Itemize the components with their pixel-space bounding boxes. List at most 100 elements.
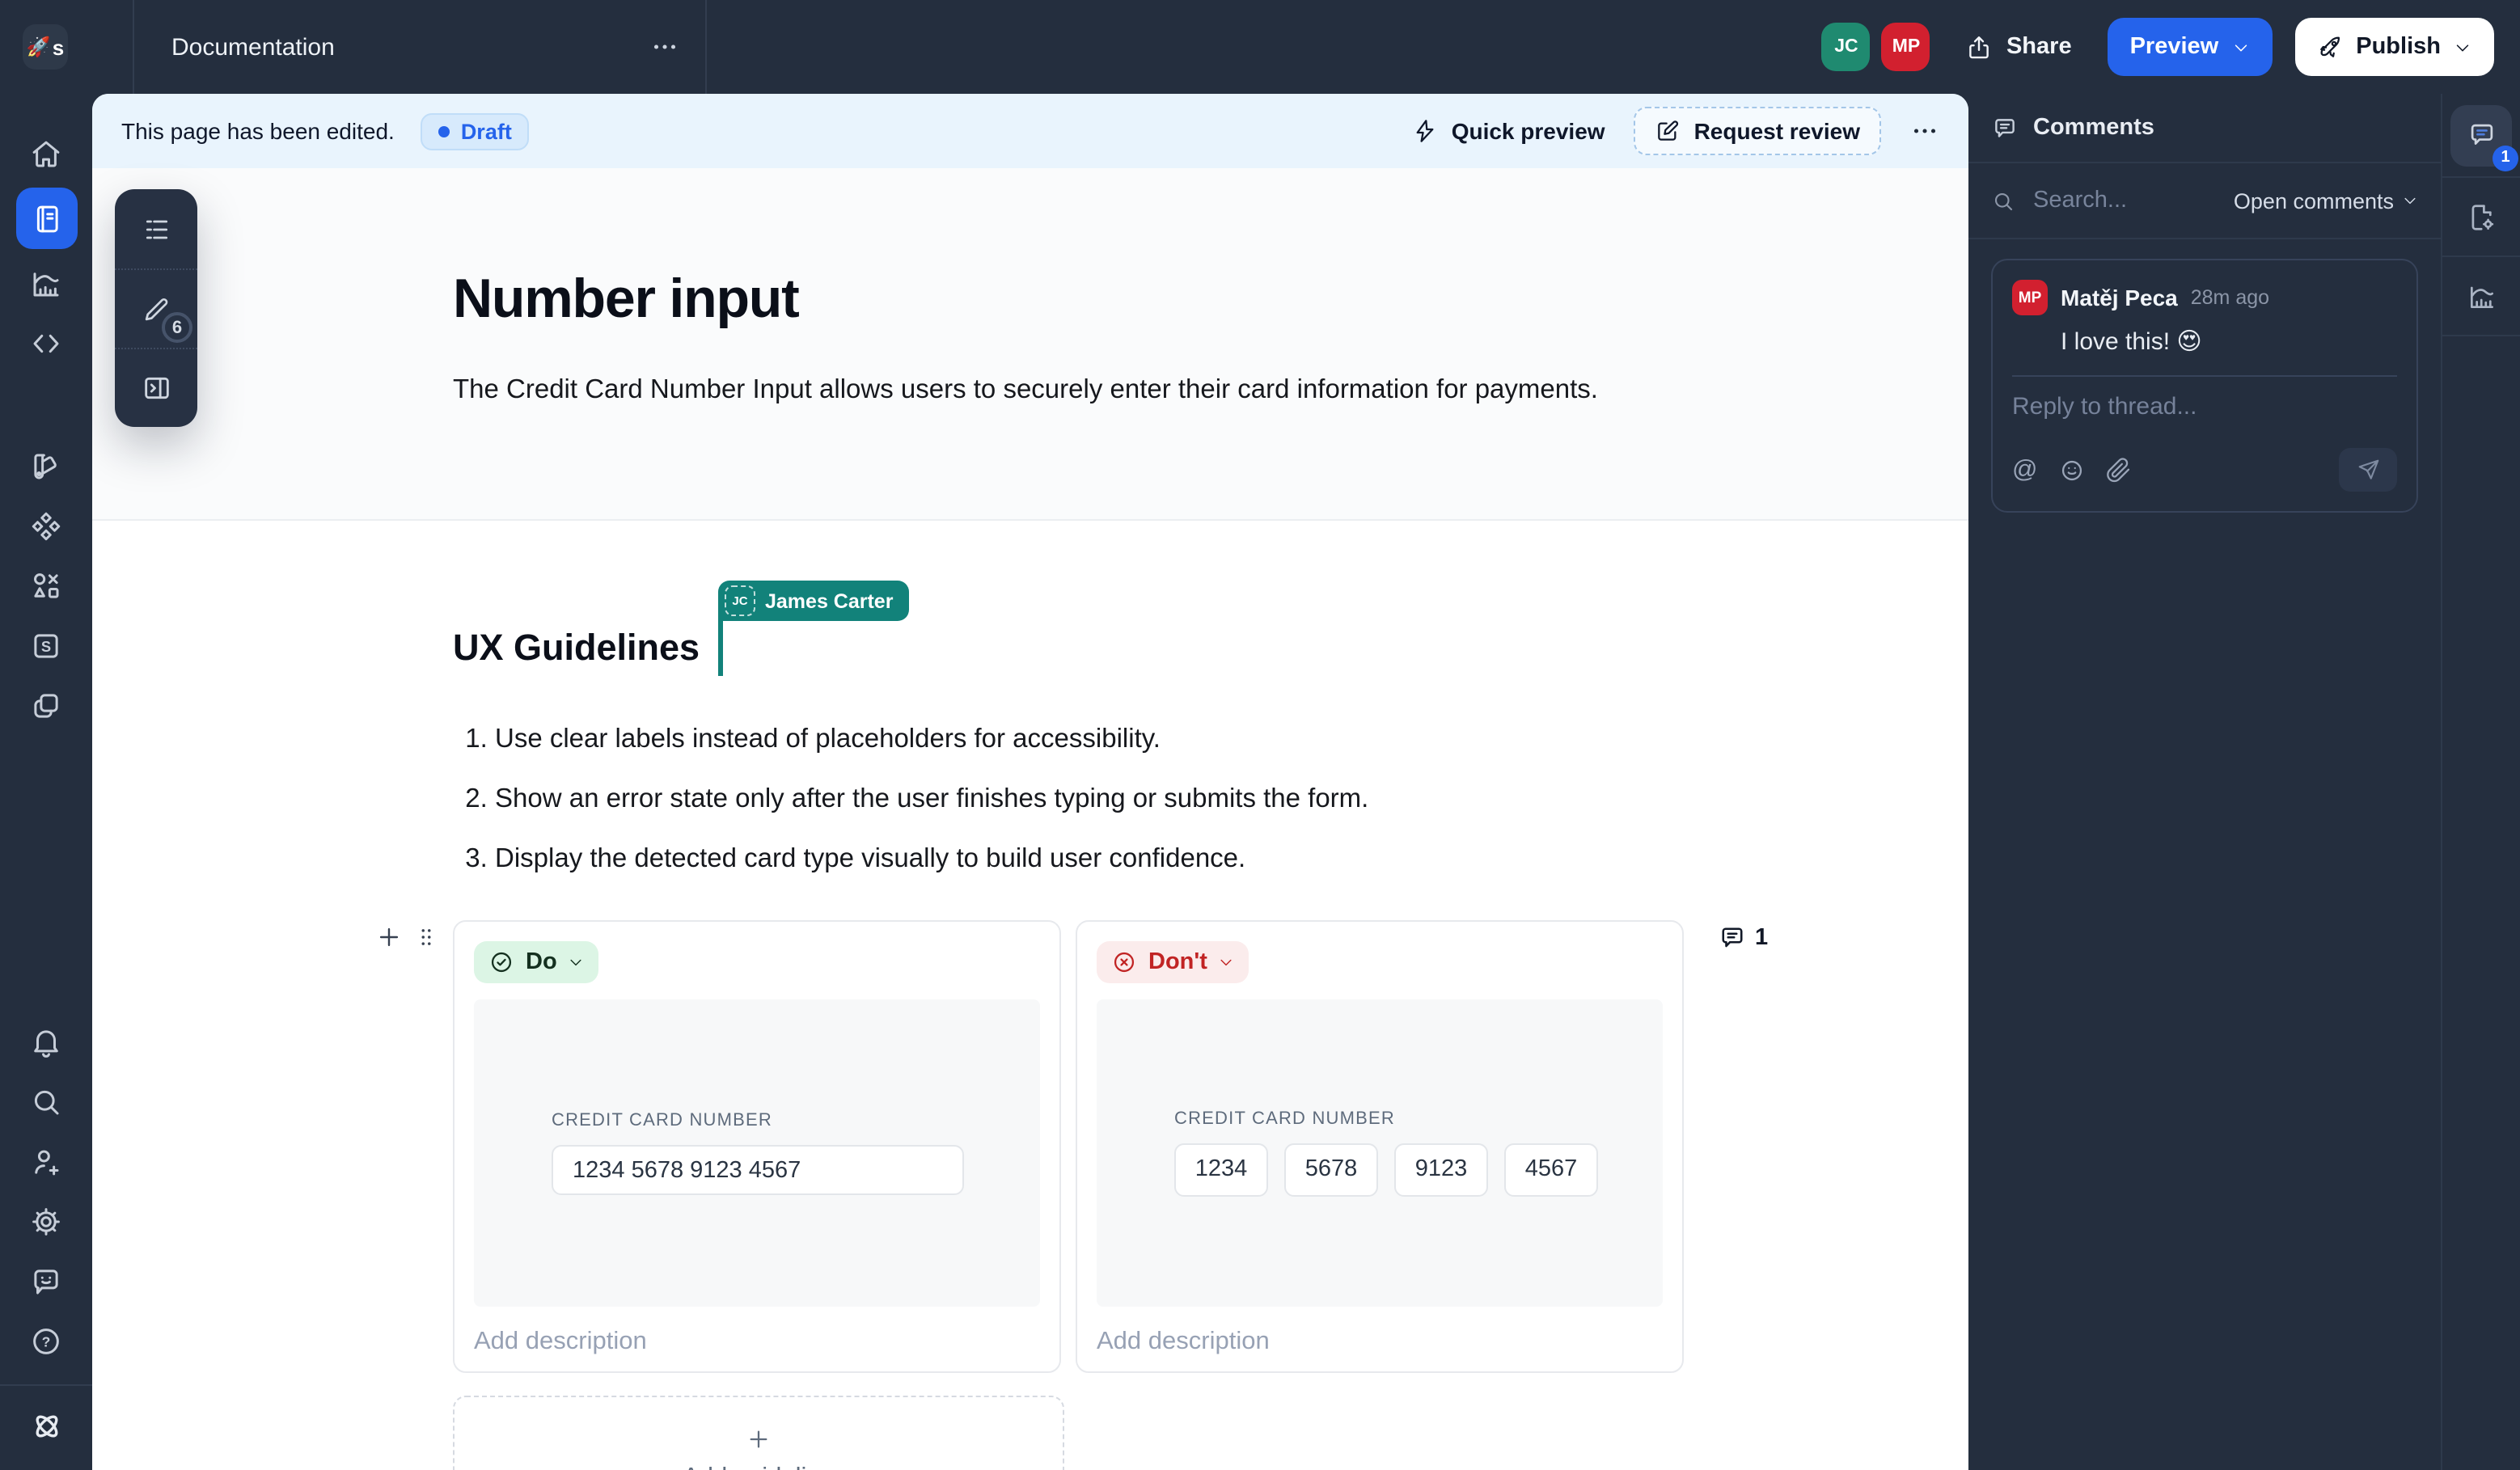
- sidebar-item-code[interactable]: [25, 322, 67, 364]
- search-icon: [1994, 192, 2013, 210]
- topbar-actions: JC MP Share Preview Publish: [1821, 18, 2520, 76]
- editor-floating-toolbar: 6: [115, 189, 197, 427]
- section-heading-row: UX Guidelines JC James Carter: [453, 581, 1904, 676]
- sidebar-item-documentation[interactable]: [15, 188, 77, 249]
- draft-status-badge[interactable]: Draft: [420, 112, 530, 150]
- dont-badge[interactable]: Don't: [1097, 940, 1249, 983]
- banner-message: This page has been edited.: [121, 118, 395, 144]
- chevron-down-icon: [1221, 959, 1233, 965]
- send-icon: [2357, 459, 2378, 479]
- share-button[interactable]: Share: [1966, 33, 2072, 61]
- sidebar-item-themes[interactable]: [25, 445, 67, 487]
- credit-card-segment: 9123: [1394, 1143, 1488, 1197]
- rail-page-settings-button[interactable]: [2466, 201, 2497, 232]
- do-badge[interactable]: Do: [474, 940, 599, 983]
- dont-description-placeholder[interactable]: Add description: [1097, 1328, 1663, 1357]
- banner-more-button[interactable]: [1910, 116, 1939, 146]
- rail-analytics-section: [2442, 257, 2520, 336]
- sidebar-item-settings[interactable]: [25, 1200, 67, 1242]
- edit-count-badge: 6: [162, 312, 192, 343]
- send-reply-button[interactable]: [2339, 448, 2397, 492]
- reply-input[interactable]: [2012, 393, 2397, 420]
- attach-button[interactable]: [2106, 457, 2132, 483]
- do-dont-block: Do CREDIT CARD NUMBER 1234 5678 9123 456…: [379, 919, 1768, 1373]
- request-review-button[interactable]: Request review: [1634, 107, 1881, 155]
- add-block-button[interactable]: [375, 923, 403, 951]
- tab-more-button[interactable]: [650, 32, 679, 61]
- help-icon: ?: [33, 1328, 59, 1354]
- reply-actions: @: [2012, 448, 2397, 492]
- emoji-button[interactable]: [2059, 457, 2085, 483]
- rail-comments-button[interactable]: 1: [2450, 104, 2518, 171]
- comments-title: Comments: [2033, 115, 2154, 141]
- plus-icon: [379, 927, 399, 946]
- comment-bubble-icon: [1722, 927, 1743, 947]
- comments-panel: Comments Open comments MP Matěj Peca 28m…: [1968, 94, 2441, 1470]
- sidebar-item-invite[interactable]: [25, 1140, 67, 1182]
- preview-button[interactable]: Preview: [2107, 18, 2273, 76]
- supernova-logo[interactable]: [25, 1405, 67, 1447]
- rail-comments-section: 1: [2442, 94, 2520, 178]
- dont-example-preview: CREDIT CARD NUMBER 1234 5678 9123 4567: [1097, 999, 1663, 1307]
- publish-button[interactable]: Publish: [2294, 18, 2494, 76]
- collab-cursor-flag: JC James Carter: [718, 581, 910, 621]
- shapes-icon: [34, 572, 59, 598]
- add-guideline-button[interactable]: Add guideline: [453, 1395, 1064, 1470]
- collapse-panel-button[interactable]: [115, 348, 197, 427]
- sidebar-item-components[interactable]: [25, 505, 67, 547]
- search-icon: [34, 1089, 59, 1114]
- chevron-down-icon: [571, 959, 582, 965]
- sidebar-item-notifications[interactable]: [25, 1020, 67, 1062]
- user-plus-icon: [35, 1149, 59, 1175]
- mention-button[interactable]: @: [2012, 457, 2038, 483]
- comment-thread-card[interactable]: MP Matěj Peca 28m ago I love this! 😍 @: [1991, 259, 2418, 513]
- edits-button[interactable]: 6: [115, 268, 197, 348]
- document-canvas: This page has been edited. Draft Quick p…: [92, 94, 1968, 1470]
- workspace-logo[interactable]: 🚀 s: [23, 24, 68, 70]
- rail-analytics-button[interactable]: [2466, 281, 2497, 311]
- diamonds-icon: [32, 511, 61, 540]
- guidelines-list: Use clear labels instead of placeholders…: [453, 721, 1904, 880]
- comment-divider: [2012, 375, 2397, 377]
- credit-card-segment: 4567: [1504, 1143, 1598, 1197]
- credit-card-segment: 1234: [1174, 1143, 1268, 1197]
- avatar-jc[interactable]: JC: [1821, 23, 1871, 71]
- comments-filter-dropdown[interactable]: Open comments: [2234, 188, 2418, 213]
- outline-toggle-button[interactable]: [115, 189, 197, 268]
- svg-text:?: ?: [42, 1333, 51, 1349]
- document-scroll-area[interactable]: Number input The Credit Card Number Inpu…: [92, 168, 1968, 1470]
- sidebar-item-duplicates[interactable]: [25, 684, 67, 726]
- outline-list-icon: [145, 219, 167, 239]
- sidebar-item-home[interactable]: [25, 133, 67, 175]
- draft-dot-icon: [438, 125, 450, 137]
- sidebar-item-search[interactable]: [25, 1080, 67, 1122]
- sidebar-item-storybook[interactable]: S: [25, 624, 67, 666]
- quick-preview-button[interactable]: Quick preview: [1413, 118, 1605, 144]
- drag-handle[interactable]: [414, 923, 438, 951]
- chart-icon: [2469, 285, 2493, 308]
- svg-text:S: S: [41, 637, 51, 654]
- sidebar-item-help[interactable]: ?: [25, 1320, 67, 1362]
- share-label: Share: [2006, 34, 2072, 60]
- documentation-tab[interactable]: Documentation: [133, 0, 707, 94]
- comments-search-input[interactable]: [2030, 186, 2219, 215]
- s-square-icon: S: [34, 633, 58, 657]
- avatar-mp[interactable]: MP: [1881, 23, 1930, 71]
- do-description-placeholder[interactable]: Add description: [474, 1328, 1040, 1357]
- sidebar-item-assets[interactable]: [25, 564, 67, 606]
- x-circle-icon: [1114, 952, 1135, 972]
- sidebar-item-analytics[interactable]: [25, 262, 67, 304]
- page-hero: Number input The Credit Card Number Inpu…: [92, 168, 1968, 521]
- sidebar-item-feedback[interactable]: [25, 1260, 67, 1302]
- lightning-icon: [1417, 120, 1435, 142]
- copy-icon: [34, 693, 58, 717]
- rocket-emoji-icon: 🚀: [26, 36, 51, 58]
- field-label: CREDIT CARD NUMBER: [552, 1110, 772, 1130]
- panel-right-icon: [144, 377, 168, 399]
- swatchbook-icon: [34, 453, 57, 479]
- do-example-preview: CREDIT CARD NUMBER 1234 5678 9123 4567: [474, 999, 1040, 1307]
- app: 🚀 s Documentation JC MP Share Preview Pu…: [0, 0, 2520, 1470]
- block-comment-indicator[interactable]: 1: [1718, 923, 1768, 953]
- chevron-down-icon: [2456, 44, 2469, 51]
- credit-card-segment: 5678: [1284, 1143, 1378, 1197]
